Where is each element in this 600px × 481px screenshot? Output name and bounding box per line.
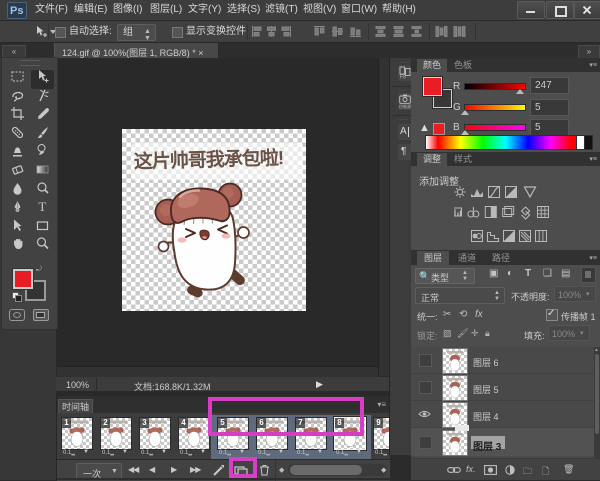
svg-text:F5: F5	[400, 75, 406, 80]
svg-text:T: T	[38, 199, 46, 214]
